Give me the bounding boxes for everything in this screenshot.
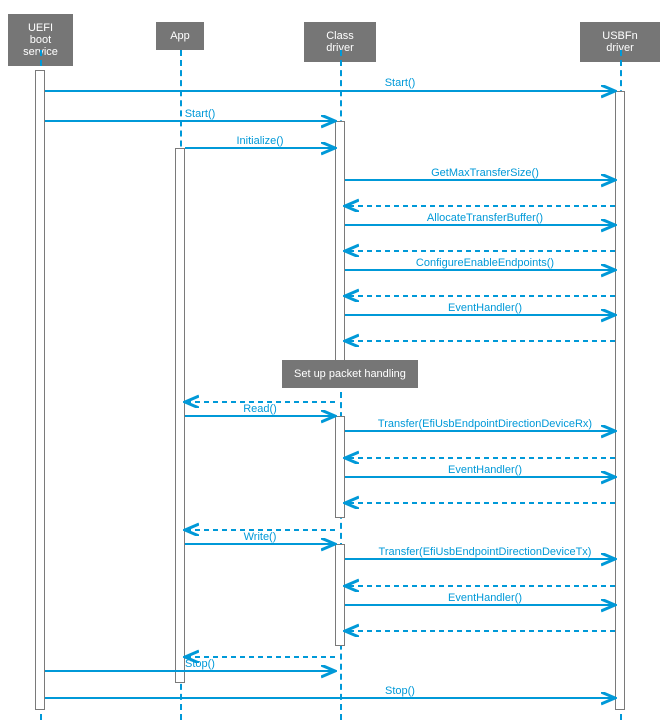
label-ttx: Transfer(EfiUsbEndpointDirectionDeviceTx… — [350, 546, 620, 558]
label-stop-usbfn: Stop() — [300, 685, 500, 697]
label-alloc: AllocateTransferBuffer() — [360, 212, 610, 224]
activation-app — [175, 148, 185, 683]
label-write: Write() — [190, 531, 330, 543]
label-evh3: EventHandler() — [360, 592, 610, 604]
activation-usbfn — [615, 91, 625, 710]
label-getmax: GetMaxTransferSize() — [360, 167, 610, 179]
label-stop-class: Stop() — [100, 658, 300, 670]
label-evh1: EventHandler() — [360, 302, 610, 314]
label-trx: Transfer(EfiUsbEndpointDirectionDeviceRx… — [350, 418, 620, 430]
activation-class-3 — [335, 544, 345, 646]
activation-class-1 — [335, 121, 345, 361]
label-evh2: EventHandler() — [360, 464, 610, 476]
label-read: Read() — [190, 403, 330, 415]
participant-app: App — [156, 22, 204, 50]
label-start-class: Start() — [100, 108, 300, 120]
label-config: ConfigureEnableEndpoints() — [360, 257, 610, 269]
note-setup-packet: Set up packet handling — [282, 360, 418, 388]
label-start-usbfn: Start() — [300, 77, 500, 89]
activation-class-2 — [335, 416, 345, 518]
activation-uefi — [35, 70, 45, 710]
label-initialize: Initialize() — [190, 135, 330, 147]
